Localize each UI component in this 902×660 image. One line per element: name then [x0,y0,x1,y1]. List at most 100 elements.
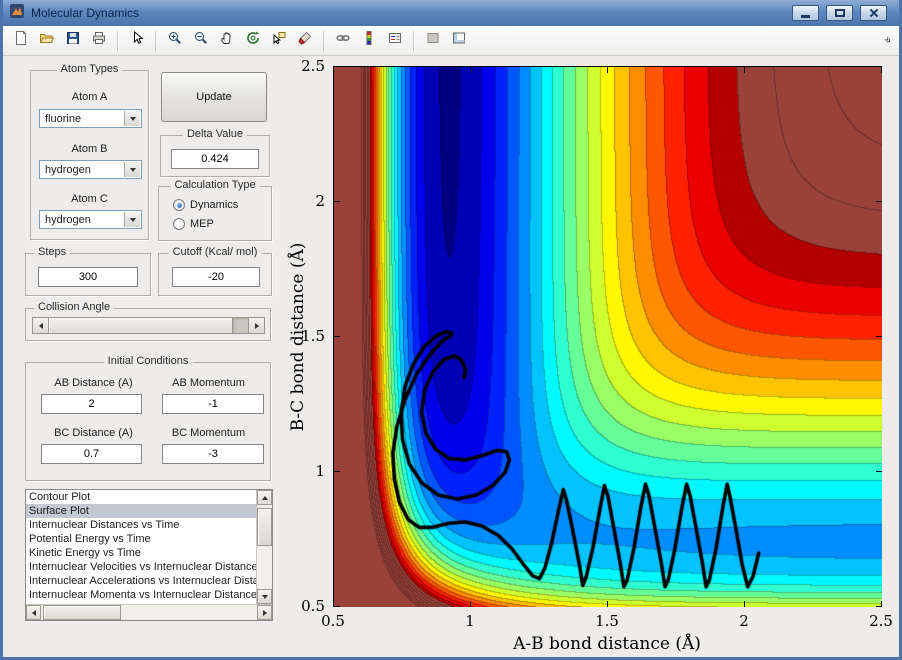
tick-mark [876,471,882,472]
list-item[interactable]: Internuclear Velocities vs Internuclear … [26,560,256,574]
zoom-in-button[interactable] [162,29,187,53]
atom-a-value: fluorine [45,113,81,125]
open-file-button[interactable] [34,29,59,53]
x-tick-label: 1.5 [587,612,627,630]
dropdown-arrow-button[interactable] [124,212,140,227]
toolbar-overflow-icon[interactable]: » [882,34,895,47]
scroll-right-button[interactable] [257,605,272,620]
slider-right-arrow[interactable] [248,318,264,333]
cutoff-title: Cutoff (Kcal/ mol) [169,246,262,258]
zoom-out-icon [193,30,209,51]
atom-types-panel: Atom Types Atom A fluorine Atom B hydrog… [30,70,149,240]
calculation-type-panel: Calculation Type Dynamics MEP [158,186,272,241]
minimize-icon [801,15,810,18]
pes-axes[interactable] [333,66,881,606]
list-item[interactable]: Potential Energy vs Time [26,532,256,546]
zoom-out-button[interactable] [188,29,213,53]
listbox-horizontal-scrollbar[interactable] [26,604,272,620]
bc-momentum-field[interactable] [162,444,264,464]
zoom-in-icon [167,30,183,51]
scroll-down-button[interactable] [257,589,272,604]
list-item[interactable]: Internuclear Distances vs Time [26,518,256,532]
atom-b-value: hydrogen [45,164,91,176]
atom-b-label: Atom B [31,143,148,155]
steps-field[interactable] [38,267,138,287]
close-button[interactable] [860,5,887,21]
new-figure-icon [13,30,29,51]
y-tick-label: 0.5 [283,597,325,615]
dropdown-arrow-button[interactable] [124,111,140,126]
rotate-3d-button[interactable] [240,29,265,53]
tick-mark [607,601,608,607]
delta-value-field[interactable] [171,149,259,169]
minimize-button[interactable] [792,5,819,21]
tick-mark [876,606,882,607]
horizontal-scroll-thumb[interactable] [43,605,121,620]
new-figure-button[interactable] [8,29,33,53]
mep-radio[interactable] [173,218,185,230]
atom-c-dropdown[interactable]: hydrogen [39,210,142,229]
molecular-dynamics-window: Molecular Dynamics » Atom Ty [0,0,902,660]
slider-track[interactable] [233,318,248,333]
ab-distance-field[interactable] [41,394,142,414]
pes-contour-canvas[interactable] [334,67,882,607]
tick-mark [334,66,340,67]
mep-radio-label: MEP [190,218,214,230]
atom-a-dropdown[interactable]: fluorine [39,109,142,128]
delta-value-panel: Delta Value [160,135,270,177]
dropdown-arrow-button[interactable] [124,162,140,177]
tick-mark [744,67,745,73]
slider-left-arrow[interactable] [33,318,49,333]
maximize-button[interactable] [826,5,853,21]
brush-data-button[interactable] [292,29,317,53]
listbox-vertical-scrollbar[interactable] [256,490,272,604]
plot-type-listbox[interactable]: Contour PlotSurface PlotInternuclear Dis… [25,489,273,621]
y-tick-label: 2 [283,192,325,210]
pan-button[interactable] [214,29,239,53]
y-tick-label: 2.5 [283,57,325,75]
arrow-down-icon [262,595,268,599]
list-item[interactable]: Surface Plot [26,504,256,518]
collision-angle-slider[interactable] [32,317,265,334]
save-figure-button[interactable] [60,29,85,53]
title-bar[interactable]: Molecular Dynamics [3,0,899,26]
slider-thumb[interactable] [49,318,233,333]
bc-distance-field[interactable] [41,444,142,464]
ab-momentum-field[interactable] [162,394,264,414]
link-plot-button[interactable] [330,29,355,53]
atom-c-value: hydrogen [45,214,91,226]
tick-mark [334,336,340,337]
printer-icon [91,30,107,51]
dynamics-radio[interactable] [173,199,185,211]
cutoff-panel: Cutoff (Kcal/ mol) [158,253,272,296]
insert-legend-button[interactable] [382,29,407,53]
show-plot-tools-button[interactable] [446,29,471,53]
scroll-up-button[interactable] [257,490,272,505]
print-figure-button[interactable] [86,29,111,53]
bc-momentum-label: BC Momentum [156,427,261,439]
hide-plot-tools-button[interactable] [420,29,445,53]
x-axis-label: A-B bond distance (Å) [333,634,881,654]
toolbar-separator [155,31,156,51]
vertical-scroll-thumb[interactable] [257,508,272,546]
matlab-figure-icon [9,3,25,24]
data-cursor-icon [271,30,287,51]
cutoff-field[interactable] [172,267,260,287]
data-cursor-button[interactable] [266,29,291,53]
list-item[interactable]: Contour Plot [26,490,256,504]
insert-colorbar-button[interactable] [356,29,381,53]
list-item[interactable]: Internuclear Momenta vs Internuclear Dis… [26,588,256,602]
tick-mark [334,471,340,472]
steps-title: Steps [34,246,70,258]
scroll-left-button[interactable] [26,605,41,620]
atom-b-dropdown[interactable]: hydrogen [39,160,142,179]
chevron-down-icon [130,218,136,222]
hide-plot-tools-icon [425,30,441,51]
list-item[interactable]: Kinetic Energy vs Time [26,546,256,560]
tick-mark [470,67,471,73]
close-icon [869,8,879,18]
update-button[interactable]: Update [161,72,267,122]
tick-mark [607,67,608,73]
edit-plot-button[interactable] [124,29,149,53]
list-item[interactable]: Internuclear Accelerations vs Internucle… [26,574,256,588]
